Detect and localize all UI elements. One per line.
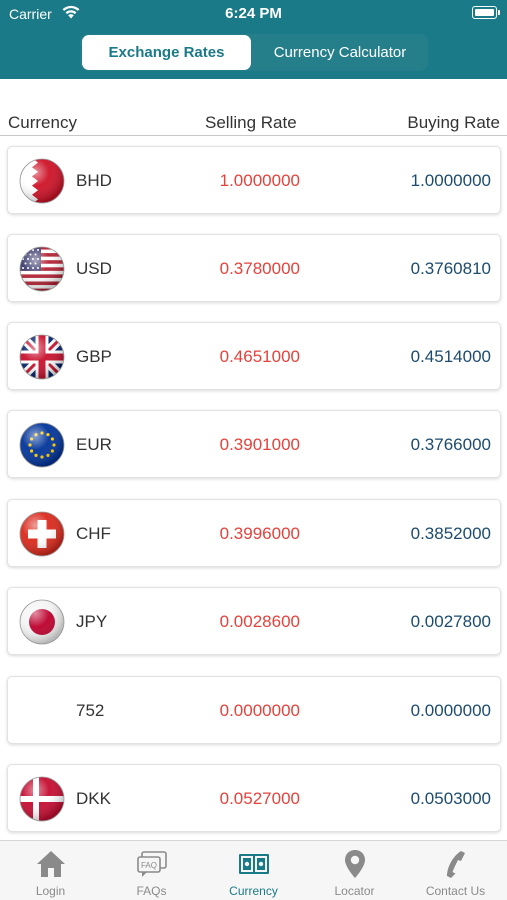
selling-rate: 0.3780000 [219,259,300,278]
currency-row-eur[interactable]: EUR 0.3901000 0.3766000 [7,410,501,478]
currency-row-752[interactable]: 752 0.0000000 0.0000000 [7,676,501,744]
currency-code: 752 [76,701,105,720]
view-segmented-control: Exchange Rates Currency Calculator [80,34,428,71]
tab-locator[interactable]: Locator [304,841,405,900]
currency-icon [239,854,269,874]
bahrain-flag-icon [19,158,65,204]
table-header: Currency Selling Rate Buying Rate [0,108,507,136]
selling-rate: 0.0527000 [219,789,300,808]
phone-icon [447,851,465,878]
currency-code: EUR [76,435,112,454]
tab-label: Contact Us [425,884,486,898]
tab-login[interactable]: Login [0,841,101,900]
home-icon [37,851,65,877]
eu-flag-icon [19,422,65,468]
status-time: 6:24 PM [225,5,282,22]
tab-label: Login [35,884,66,898]
currency-row-usd[interactable]: USD 0.3780000 0.3760810 [7,234,501,302]
tab-contact-us[interactable]: Contact Us [405,841,506,900]
selling-rate-column-header: Selling Rate [205,113,297,132]
buying-rate: 0.3760810 [410,259,491,278]
status-bar: Carrier 6:24 PM [0,0,507,28]
selling-rate: 0.3901000 [219,435,300,454]
buying-rate: 0.4514000 [410,347,491,366]
bottom-tab-bar: Login FAQ FAQs Currency Locator Contact … [0,840,507,900]
tab-label: Locator [334,884,375,898]
selling-rate: 0.0028600 [219,612,300,631]
buying-rate: 0.0000000 [410,701,491,720]
currency-row-jpy[interactable]: JPY 0.0028600 0.0027800 [7,587,501,655]
tab-label: FAQs [136,884,167,898]
denmark-flag-icon [19,776,65,822]
japan-flag-icon [19,599,65,645]
selling-rate: 0.0000000 [219,701,300,720]
buying-rate-column-header: Buying Rate [407,113,500,132]
tab-faqs[interactable]: FAQ FAQs [101,841,202,900]
selling-rate: 0.3996000 [219,524,300,543]
currency-code: CHF [76,524,111,543]
buying-rate: 0.3766000 [410,435,491,454]
svg-text:FAQ: FAQ [141,861,157,870]
buying-rate: 0.0027800 [410,612,491,631]
swiss-flag-icon [19,511,65,557]
currency-code: JPY [76,612,108,631]
buying-rate: 0.0503000 [410,789,491,808]
uk-flag-icon [19,334,65,380]
battery-tip [498,10,500,15]
faq-icon: FAQ [137,851,167,877]
tab-currency[interactable]: Currency [203,841,304,900]
buying-rate: 1.0000000 [410,171,491,190]
usa-flag-icon [19,246,65,292]
currency-column-header: Currency [8,113,77,132]
currency-code: USD [76,259,112,278]
currency-row-gbp[interactable]: GBP 0.4651000 0.4514000 [7,322,501,390]
buying-rate: 0.3852000 [410,524,491,543]
selling-rate: 1.0000000 [219,171,300,190]
tab-exchange-rates[interactable]: Exchange Rates [82,35,251,70]
currency-code: BHD [76,171,112,190]
selling-rate: 0.4651000 [219,347,300,366]
tab-currency-calculator[interactable]: Currency Calculator [252,34,428,71]
currency-row-bhd[interactable]: BHD 1.0000000 1.0000000 [7,146,501,214]
currency-row-chf[interactable]: CHF 0.3996000 0.3852000 [7,499,501,567]
battery-icon [472,6,497,19]
tab-label: Currency [229,884,278,898]
location-pin-icon [345,850,365,878]
currency-code: DKK [76,789,111,808]
currency-row-dkk[interactable]: DKK 0.0527000 0.0503000 [7,764,501,832]
app-header: Carrier 6:24 PM Exchange Rates Currency … [0,0,507,79]
currency-code: GBP [76,347,112,366]
